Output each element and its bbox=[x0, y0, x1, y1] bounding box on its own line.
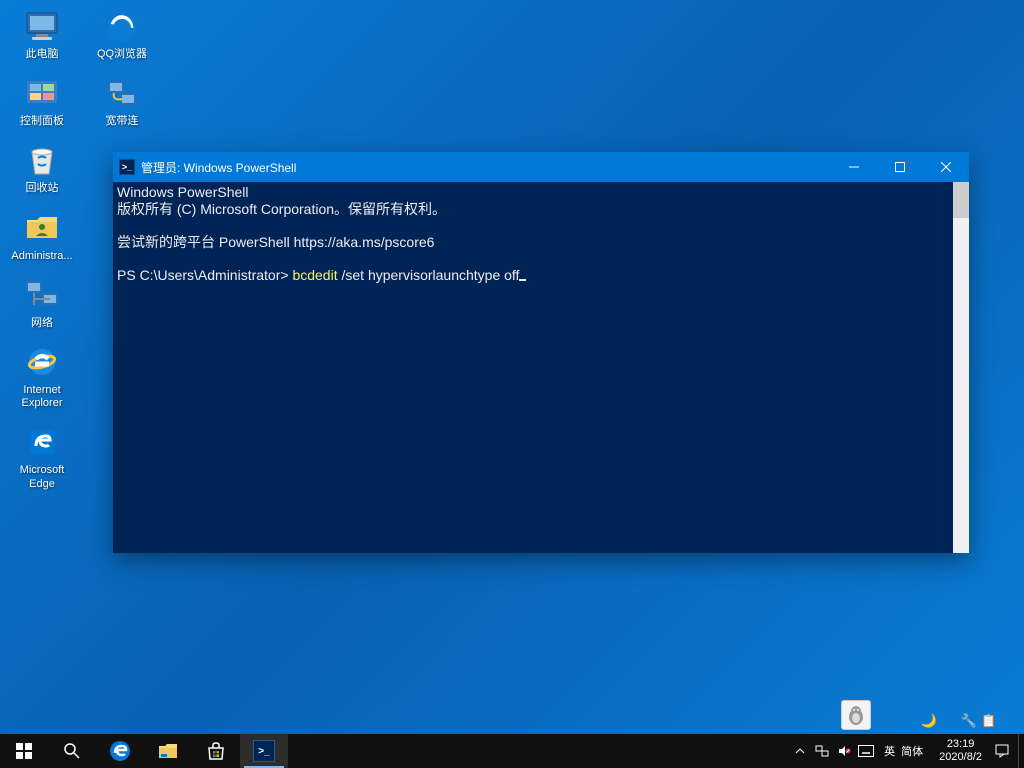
moon-icon[interactable]: 🌙 bbox=[921, 713, 937, 729]
tray-chevron[interactable] bbox=[792, 743, 808, 759]
action-center-icon[interactable] bbox=[994, 743, 1010, 759]
taskbar-store[interactable] bbox=[192, 734, 240, 768]
minimize-button[interactable] bbox=[831, 152, 877, 182]
desktop-icon-ie[interactable]: Internet Explorer bbox=[6, 342, 78, 410]
show-desktop-button[interactable] bbox=[1018, 734, 1024, 768]
term-command: bcdedit bbox=[292, 267, 337, 283]
scrollbar[interactable] bbox=[953, 182, 969, 553]
edge-icon bbox=[22, 422, 62, 462]
taskbar-spacer bbox=[288, 734, 788, 768]
ime-lang: 英 bbox=[884, 743, 895, 759]
window-titlebar[interactable]: >_ 管理员: Windows PowerShell bbox=[113, 152, 969, 182]
powershell-window: >_ 管理员: Windows PowerShell Windows Power… bbox=[113, 152, 969, 553]
pc-icon bbox=[22, 6, 62, 46]
maximize-button[interactable] bbox=[877, 152, 923, 182]
tray-keyboard-icon[interactable] bbox=[858, 743, 874, 759]
recyclebin-icon bbox=[22, 140, 62, 180]
taskbar: >_ 英 简体 23:19 2020/8/2 bbox=[0, 734, 1024, 768]
ime-lang[interactable]: 英 bbox=[901, 713, 917, 729]
close-button[interactable] bbox=[923, 152, 969, 182]
folder-icon bbox=[22, 208, 62, 248]
clipboard-icon[interactable]: 📋 bbox=[981, 713, 997, 729]
ime-indicator[interactable]: 英 简体 bbox=[880, 743, 927, 759]
desktop-icon-label: 宽带连 bbox=[106, 115, 139, 128]
tray-network-icon[interactable] bbox=[814, 743, 830, 759]
taskbar-explorer[interactable] bbox=[144, 734, 192, 768]
qq-tray-popup[interactable] bbox=[841, 700, 871, 730]
desktop-icon-thispc[interactable]: 此电脑 bbox=[6, 6, 78, 61]
wrench-icon[interactable]: 🔧 bbox=[961, 713, 977, 729]
window-controls bbox=[831, 152, 969, 182]
desktop-icons-col1: 此电脑 控制面板 回收站 Administra... 网络 Internet E… bbox=[6, 6, 78, 491]
punct-icon[interactable]: °, bbox=[941, 713, 957, 729]
powershell-icon: >_ bbox=[253, 740, 275, 762]
desktop-icon-label: 网络 bbox=[31, 317, 53, 330]
clock-time: 23:19 bbox=[939, 738, 982, 751]
clock-date: 2020/8/2 bbox=[939, 751, 982, 764]
network-icon bbox=[22, 275, 62, 315]
term-args: /set hypervisorlaunchtype off bbox=[338, 267, 520, 283]
start-button[interactable] bbox=[0, 734, 48, 768]
desktop-icon-network[interactable]: 网络 bbox=[6, 275, 78, 330]
folder-icon bbox=[157, 740, 179, 762]
term-prompt: PS C:\Users\Administrator> bbox=[117, 267, 292, 283]
search-icon bbox=[63, 742, 81, 760]
desktop-icon-qqbrowser[interactable]: QQ浏览器 bbox=[86, 6, 158, 61]
term-line: 尝试新的跨平台 PowerShell https://aka.ms/pscore… bbox=[117, 234, 434, 250]
desktop-icon-controlpanel[interactable]: 控制面板 bbox=[6, 73, 78, 128]
tray-volume-icon[interactable] bbox=[836, 743, 852, 759]
taskbar-powershell[interactable]: >_ bbox=[240, 734, 288, 768]
powershell-icon: >_ bbox=[119, 159, 135, 175]
desktop-icon-userfolder[interactable]: Administra... bbox=[6, 208, 78, 263]
window-title: 管理员: Windows PowerShell bbox=[141, 159, 831, 176]
qqbrowser-icon bbox=[102, 6, 142, 46]
ie-icon bbox=[22, 342, 62, 382]
ime-floating-bar[interactable]: 英 🌙 °, 🔧 📋 ☺ bbox=[897, 710, 1021, 732]
desktop-icon-label: Administra... bbox=[11, 250, 72, 263]
desktop-icon-label: 回收站 bbox=[26, 182, 59, 195]
system-tray: 英 简体 23:19 2020/8/2 bbox=[788, 734, 1018, 768]
desktop-icon-label: QQ浏览器 bbox=[97, 48, 147, 61]
search-button[interactable] bbox=[48, 734, 96, 768]
cursor-icon bbox=[519, 279, 526, 281]
desktop-icon-recyclebin[interactable]: 回收站 bbox=[6, 140, 78, 195]
smile-icon[interactable]: ☺ bbox=[1001, 713, 1017, 729]
store-icon bbox=[205, 740, 227, 762]
ime-shape: 简体 bbox=[901, 743, 923, 759]
desktop-icon-label: Internet Explorer bbox=[6, 384, 78, 410]
penguin-icon bbox=[845, 704, 867, 726]
controlpanel-icon bbox=[22, 73, 62, 113]
edge-icon bbox=[108, 739, 132, 763]
terminal-body[interactable]: Windows PowerShell 版权所有 (C) Microsoft Co… bbox=[113, 182, 969, 553]
term-line: Windows PowerShell bbox=[117, 184, 249, 200]
taskbar-edge[interactable] bbox=[96, 734, 144, 768]
desktop-icon-label: 此电脑 bbox=[26, 48, 59, 61]
scrollbar-thumb[interactable] bbox=[953, 182, 969, 218]
desktop-icon-label: Microsoft Edge bbox=[6, 464, 78, 490]
desktop-icon-label: 控制面板 bbox=[20, 115, 64, 128]
term-line: 版权所有 (C) Microsoft Corporation。保留所有权利。 bbox=[117, 201, 446, 217]
desktop-icon-broadband[interactable]: 宽带连 bbox=[86, 73, 158, 128]
desktop-icon-edge[interactable]: Microsoft Edge bbox=[6, 422, 78, 490]
clock[interactable]: 23:19 2020/8/2 bbox=[933, 738, 988, 763]
windows-icon bbox=[16, 743, 32, 759]
modem-icon bbox=[102, 73, 142, 113]
desktop-icons-col2: QQ浏览器 宽带连 bbox=[86, 6, 158, 128]
